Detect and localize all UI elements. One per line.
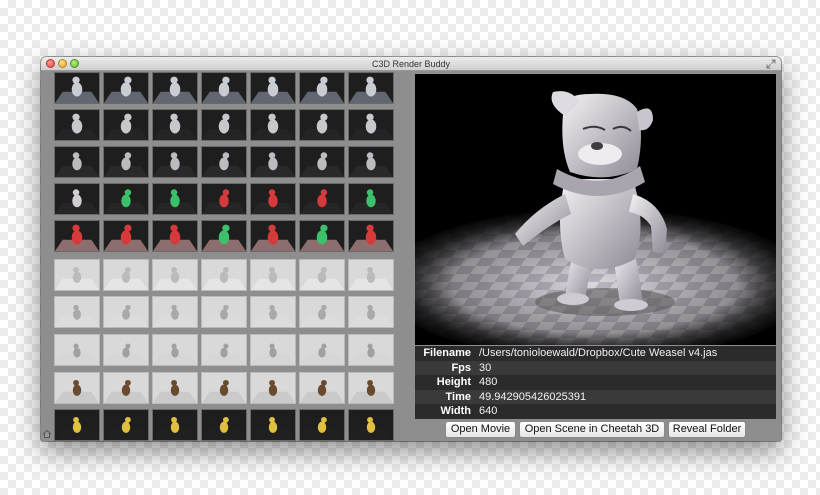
render-thumbnail[interactable] [348,296,394,328]
render-thumbnail[interactable] [348,334,394,366]
render-thumbnail[interactable] [54,334,100,366]
render-preview-image [415,74,776,345]
render-thumbnail[interactable] [348,109,394,141]
render-thumbnail[interactable] [201,296,247,328]
render-thumbnail[interactable] [103,372,149,404]
render-thumbnail[interactable] [103,146,149,178]
render-thumbnail[interactable] [152,296,198,328]
render-preview [415,74,776,345]
render-thumbnail[interactable] [152,372,198,404]
info-row-fps: Fps 30 [415,360,776,375]
render-thumbnail[interactable] [250,72,296,104]
render-thumbnail[interactable] [201,72,247,104]
render-thumbnail[interactable] [201,372,247,404]
render-thumbnail[interactable] [299,220,345,252]
render-thumbnail[interactable] [54,259,100,291]
reveal-folder-button[interactable]: Reveal Folder [668,421,746,438]
render-thumbnail[interactable] [299,72,345,104]
thumbnail-grid [54,72,411,441]
render-thumbnail[interactable] [152,259,198,291]
info-label: Time [445,390,471,403]
render-thumbnail[interactable] [348,372,394,404]
render-thumbnail[interactable] [152,334,198,366]
render-thumbnail[interactable] [54,220,100,252]
render-thumbnail[interactable] [250,183,296,215]
render-thumbnail[interactable] [152,220,198,252]
render-thumbnail[interactable] [299,409,345,441]
info-row-filename: Filename /Users/tonioloewald/Dropbox/Cut… [415,346,776,361]
render-thumbnail[interactable] [54,146,100,178]
info-value: 480 [479,376,498,389]
render-thumbnail[interactable] [348,409,394,441]
info-label: Filename [423,347,471,360]
render-thumbnail[interactable] [250,109,296,141]
render-thumbnail[interactable] [201,409,247,441]
render-thumbnail[interactable] [299,183,345,215]
render-thumbnail[interactable] [201,109,247,141]
app-window: C3D Render Buddy Filename /Users/toniolo… [41,57,781,441]
render-thumbnail[interactable] [54,296,100,328]
render-thumbnail[interactable] [103,109,149,141]
render-thumbnail[interactable] [348,146,394,178]
render-thumbnail[interactable] [54,409,100,441]
render-thumbnail[interactable] [103,409,149,441]
render-thumbnail[interactable] [152,72,198,104]
render-thumbnail[interactable] [54,372,100,404]
render-info-panel: Filename /Users/tonioloewald/Dropbox/Cut… [415,346,776,419]
render-thumbnail[interactable] [250,372,296,404]
render-thumbnail[interactable] [201,334,247,366]
render-thumbnail[interactable] [103,296,149,328]
render-thumbnail[interactable] [250,296,296,328]
render-thumbnail[interactable] [348,183,394,215]
render-thumbnail[interactable] [299,109,345,141]
open-movie-button[interactable]: Open Movie [445,421,516,438]
title-bar[interactable]: C3D Render Buddy [41,57,781,71]
render-thumbnail[interactable] [299,372,345,404]
info-label: Width [440,405,471,418]
render-thumbnail[interactable] [54,72,100,104]
render-thumbnail[interactable] [348,220,394,252]
render-thumbnail[interactable] [250,259,296,291]
render-thumbnail[interactable] [250,220,296,252]
info-value: 30 [479,361,492,374]
render-thumbnail[interactable] [299,296,345,328]
info-value: 640 [479,405,498,418]
info-value: /Users/tonioloewald/Dropbox/Cute Weasel … [479,347,718,360]
render-thumbnail[interactable] [54,183,100,215]
render-thumbnail[interactable] [201,183,247,215]
render-thumbnail[interactable] [201,146,247,178]
info-row-width: Width 640 [415,404,776,419]
render-thumbnail[interactable] [103,220,149,252]
open-scene-button[interactable]: Open Scene in Cheetah 3D [519,421,665,438]
render-thumbnail[interactable] [152,409,198,441]
render-thumbnail[interactable] [299,146,345,178]
render-thumbnail[interactable] [348,259,394,291]
fullscreen-icon[interactable] [766,59,776,69]
render-thumbnail[interactable] [103,72,149,104]
home-icon[interactable] [42,429,52,439]
render-thumbnail[interactable] [201,259,247,291]
render-thumbnail[interactable] [299,334,345,366]
render-thumbnail[interactable] [152,109,198,141]
render-thumbnail[interactable] [54,109,100,141]
render-thumbnail[interactable] [250,409,296,441]
render-thumbnail[interactable] [103,183,149,215]
render-thumbnail[interactable] [348,72,394,104]
render-thumbnail[interactable] [201,220,247,252]
info-value: 49.942905426025391 [479,390,587,403]
render-thumbnail[interactable] [250,334,296,366]
info-row-time: Time 49.942905426025391 [415,389,776,404]
render-thumbnail[interactable] [299,259,345,291]
window-title: C3D Render Buddy [371,59,451,69]
info-label: Height [436,376,471,389]
render-thumbnail[interactable] [250,146,296,178]
info-label: Fps [451,361,471,374]
render-thumbnail[interactable] [152,183,198,215]
render-thumbnail[interactable] [103,334,149,366]
info-row-height: Height 480 [415,375,776,390]
render-thumbnail[interactable] [152,146,198,178]
render-thumbnail[interactable] [103,259,149,291]
